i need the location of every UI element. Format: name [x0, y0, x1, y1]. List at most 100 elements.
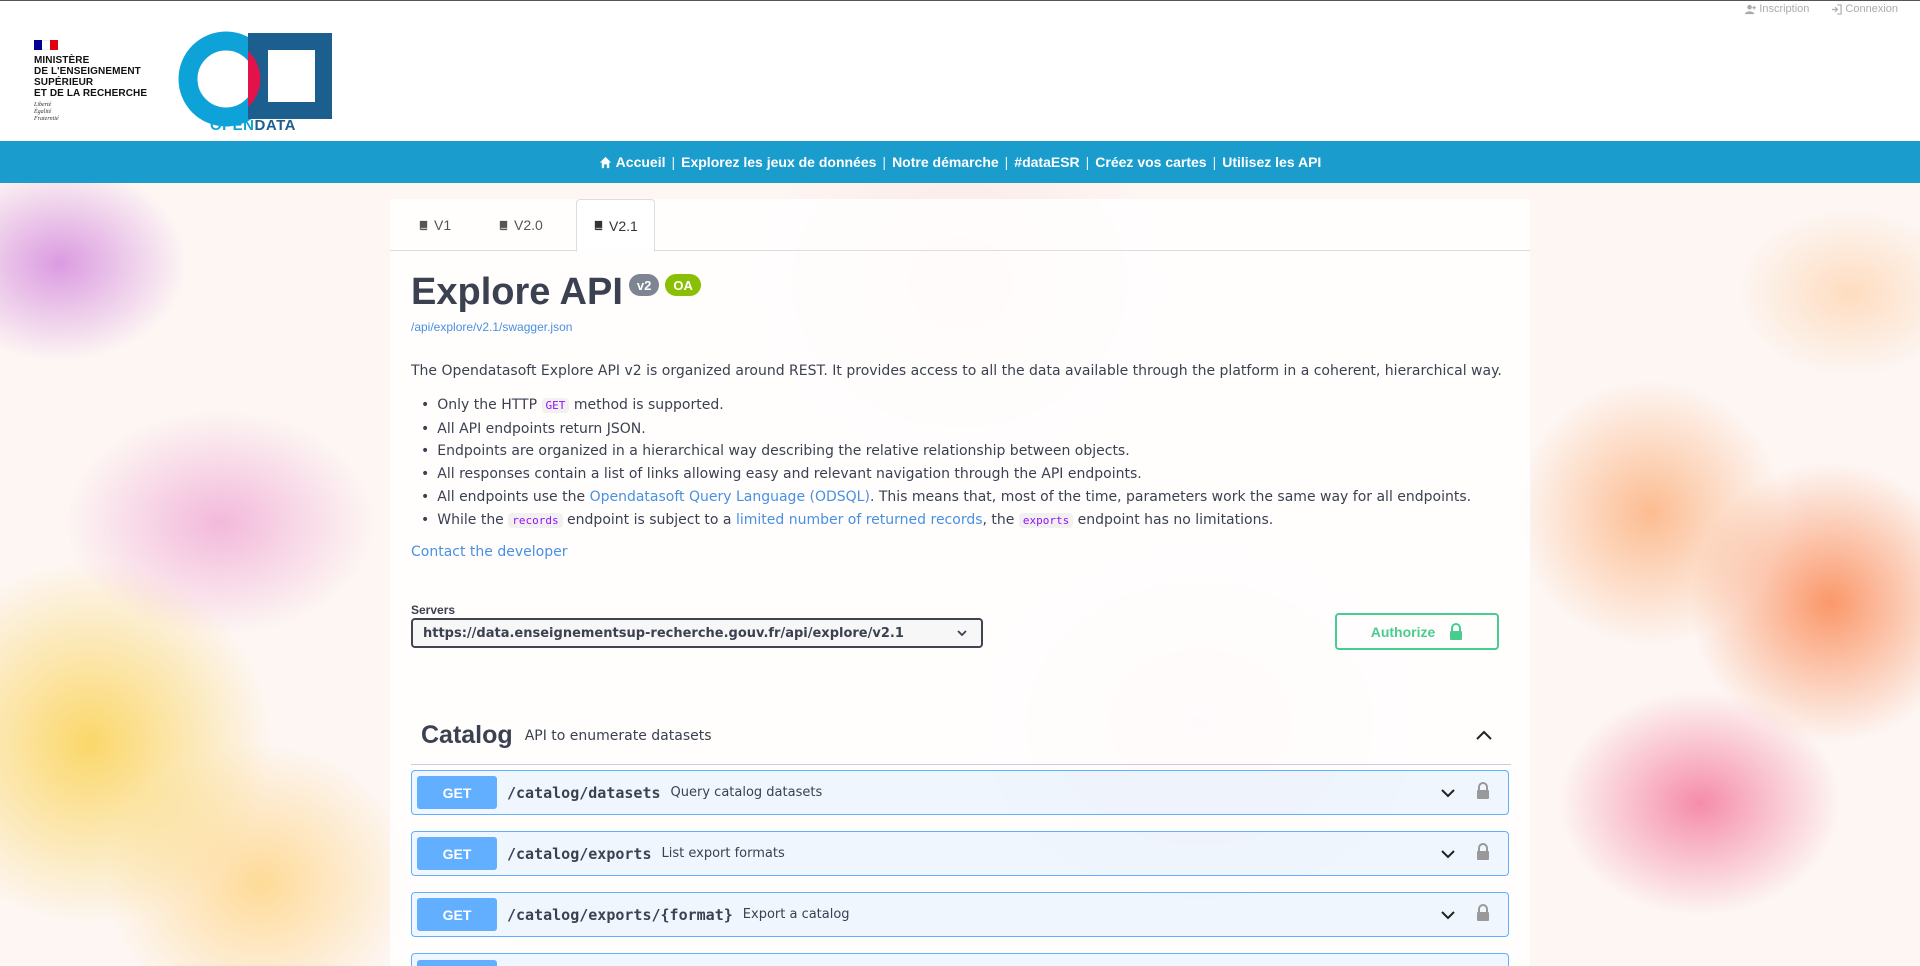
signup-link[interactable]: Inscription	[1745, 3, 1809, 15]
bullet-text: , the	[982, 511, 1019, 528]
french-flag-icon	[34, 40, 58, 50]
ministry-logo[interactable]: MINISTÈRE DE L'ENSEIGNEMENT SUPÉRIEUR ET…	[34, 40, 154, 125]
sign-in-icon	[1832, 3, 1843, 15]
bullet-text: . This means that, most of the time, par…	[869, 488, 1472, 505]
book-icon	[419, 220, 428, 230]
chevron-down-icon[interactable]	[1440, 909, 1456, 921]
page-title: Explore API	[411, 271, 623, 313]
nav-item-api[interactable]: Utilisez les API	[1222, 154, 1321, 170]
operation-get-catalog-exports-format[interactable]: GET /catalog/exports/{format} Export a c…	[411, 892, 1509, 937]
method-badge: GET	[417, 776, 497, 809]
lock-icon[interactable]	[1476, 904, 1490, 922]
records-limit-link[interactable]: limited number of returned records	[736, 512, 983, 528]
method-badge: GET	[417, 837, 497, 870]
version-badge-label: v2	[636, 277, 652, 293]
lock-icon	[1450, 622, 1463, 640]
api-intro: The Opendatasoft Explore API v2 is organ…	[411, 363, 1502, 379]
ministry-line: MINISTÈRE	[34, 55, 90, 66]
operation-path: /catalog/datasets	[507, 783, 661, 802]
tab-label: V1	[434, 217, 452, 233]
bullet-text: endpoint has no limitations.	[1073, 511, 1274, 528]
ministry-line: SUPÉRIEUR	[34, 77, 94, 88]
nav-item-approach[interactable]: Notre démarche	[892, 154, 999, 170]
swagger-json-link[interactable]: /api/explore/v2.1/swagger.json	[411, 320, 572, 334]
site-header: MINISTÈRE DE L'ENSEIGNEMENT SUPÉRIEUR ET…	[0, 1, 1920, 141]
server-select[interactable]: https://data.enseignementsup-recherche.g…	[411, 618, 983, 648]
nav-separator: |	[671, 154, 676, 170]
ministry-motto: Liberté Égalité Fraternité	[34, 102, 154, 123]
tab-label: V2.1	[609, 217, 638, 234]
chevron-down-icon[interactable]	[1440, 848, 1456, 860]
api-bullets: Only the HTTP GET method is supported. A…	[435, 394, 1521, 532]
motto-line: Égalité	[34, 109, 52, 115]
lock-icon[interactable]	[1476, 843, 1490, 861]
inline-code: exports	[1018, 512, 1074, 528]
authorize-button[interactable]: Authorize	[1335, 613, 1499, 650]
nav-separator: |	[882, 154, 887, 170]
method-badge	[417, 959, 497, 966]
book-icon	[499, 220, 508, 230]
oas-badge: OA	[665, 274, 701, 296]
api-title-row: Explore API v2 OA	[411, 271, 701, 314]
tab-v2-0[interactable]: V2.0	[482, 199, 559, 251]
ministry-line: ET DE LA RECHERCHE	[34, 88, 148, 99]
inline-code: GET	[541, 398, 570, 413]
operation-summary: Query catalog datasets	[670, 785, 823, 800]
authorize-label: Authorize	[1370, 623, 1436, 640]
odsql-link[interactable]: Opendatasoft Query Language (ODSQL)	[590, 489, 870, 505]
operation-summary: Export a catalog	[742, 907, 850, 922]
list-item: All endpoints use the Opendatasoft Query…	[435, 486, 1521, 509]
nav-separator: |	[1004, 154, 1009, 170]
bullet-text: method is supported.	[569, 397, 724, 413]
nav-item-datasets[interactable]: Explorez les jeux de données	[681, 154, 876, 170]
section-description: API to enumerate datasets	[524, 727, 712, 744]
tab-v2-1[interactable]: V2.1	[576, 199, 655, 252]
signup-label: Inscription	[1759, 3, 1810, 15]
login-link[interactable]: Connexion	[1831, 3, 1898, 15]
nav-separator: |	[1085, 154, 1090, 170]
api-description: The Opendatasoft Explore API v2 is organ…	[411, 360, 1521, 532]
nav-separator: |	[1212, 154, 1217, 170]
contact-developer-link[interactable]: Contact the developer	[411, 544, 567, 560]
list-item: Endpoints are organized in a hierarchica…	[435, 440, 1521, 463]
version-badge: v2	[628, 274, 660, 296]
server-select-value: https://data.enseignementsup-recherche.g…	[423, 625, 904, 641]
operation-get-catalog-exports[interactable]: GET /catalog/exports List export formats	[411, 831, 1509, 876]
nav-item-maps[interactable]: Créez vos cartes	[1095, 154, 1206, 170]
book-icon	[594, 220, 603, 231]
motto-line: Fraternité	[34, 116, 59, 122]
opendata-word-data: DATA	[254, 117, 296, 134]
home-icon	[599, 156, 611, 168]
servers-label: Servers	[411, 603, 456, 617]
operation-get-catalog-datasets[interactable]: GET /catalog/datasets Query catalog data…	[411, 770, 1509, 815]
nav-item-dataesr[interactable]: #dataESR	[1014, 154, 1079, 170]
operation-summary: List export formats	[661, 846, 785, 861]
api-docs-panel: V1 V2.0 V2.1 Explore API v2 OA /api/expl…	[390, 199, 1530, 966]
list-item: While the records endpoint is subject to…	[435, 509, 1521, 533]
bullet-text: All endpoints use the	[437, 488, 590, 505]
nav-item-label: Accueil	[615, 154, 666, 170]
lock-icon[interactable]	[1476, 782, 1490, 800]
login-label: Connexion	[1845, 3, 1898, 15]
motto-line: Liberté	[34, 102, 52, 108]
oas-badge-label: OA	[673, 277, 693, 293]
nav-item-home[interactable]: Accueil	[599, 154, 666, 170]
version-tabs: V1 V2.0 V2.1	[390, 199, 1530, 252]
ministry-line: DE L'ENSEIGNEMENT	[34, 66, 141, 77]
tab-v1[interactable]: V1	[402, 199, 467, 251]
bullet-text: endpoint is subject to a	[562, 511, 736, 528]
inline-code: records	[508, 512, 563, 528]
operation-next-partial[interactable]	[411, 953, 1509, 966]
list-item: Only the HTTP GET method is supported.	[435, 394, 1521, 418]
ministry-name: MINISTÈRE DE L'ENSEIGNEMENT SUPÉRIEUR ET…	[34, 55, 154, 99]
chevron-down-icon[interactable]	[1440, 787, 1456, 799]
tab-label: V2.0	[514, 217, 543, 233]
catalog-section-header[interactable]: Catalog API to enumerate datasets	[411, 707, 1511, 765]
chevron-up-icon	[1476, 730, 1492, 740]
list-item: All responses contain a list of links al…	[435, 463, 1521, 486]
operation-path: /catalog/exports/{format}	[507, 905, 733, 924]
opendata-word-open: OPEN	[210, 117, 255, 134]
bullet-text: While the	[437, 511, 509, 528]
operation-path: /catalog/exports	[507, 844, 652, 863]
list-item: All API endpoints return JSON.	[435, 418, 1521, 441]
